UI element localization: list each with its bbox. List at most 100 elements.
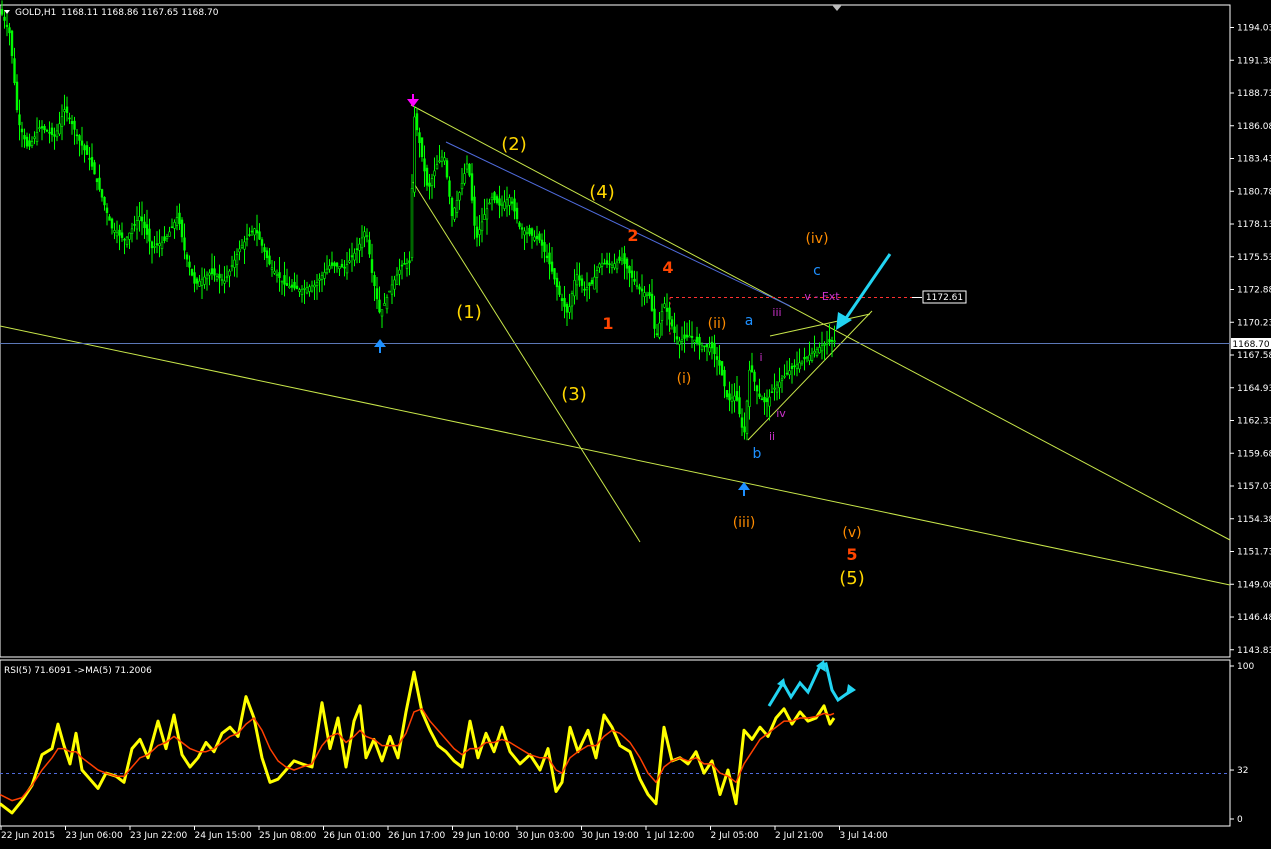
candle-body <box>53 134 56 137</box>
candle-body <box>133 224 136 226</box>
candle-body <box>575 274 579 286</box>
time-axis-label: 25 Jun 08:00 <box>259 831 316 841</box>
candle-body <box>95 178 99 183</box>
candle-body <box>593 276 596 290</box>
time-axis-label: 30 Jun 03:00 <box>517 831 574 841</box>
candle-body <box>695 336 699 343</box>
candle-body <box>118 229 121 236</box>
time-axis-label: 23 Jun 22:00 <box>130 831 187 841</box>
candle-body <box>25 136 29 147</box>
candle-body <box>750 365 754 373</box>
candle-body <box>413 116 416 193</box>
candle-body <box>578 275 581 281</box>
wave-label-intermediate-1: 1 <box>602 314 613 333</box>
candle-body <box>723 369 726 387</box>
wave-label-b: b <box>753 446 762 462</box>
candle-body <box>828 339 831 343</box>
candle-body <box>598 263 601 269</box>
current-price-box: 1168.70 <box>1231 338 1271 350</box>
candle-body <box>303 288 306 290</box>
candle-body <box>773 387 776 390</box>
candle-body <box>223 280 226 284</box>
candle-body <box>805 356 809 359</box>
candle-body <box>513 198 516 212</box>
current-price-label: 1168.70 <box>1232 340 1269 350</box>
candle-body <box>415 113 419 131</box>
candle-body <box>765 398 769 403</box>
price-axis-label: 1186.08 <box>1237 122 1271 132</box>
candle-body <box>125 236 129 245</box>
candle-body <box>258 231 261 240</box>
candle-body <box>505 199 509 207</box>
candle-body <box>388 290 391 293</box>
candle-body <box>420 137 424 158</box>
candle-body <box>560 298 564 301</box>
main-chart-header: GOLD,H1 1168.11 1168.86 1167.65 1168.70 <box>4 8 219 18</box>
candle-body <box>213 268 216 276</box>
candle-body <box>478 229 481 235</box>
candle-body <box>730 397 734 402</box>
price-axis-label: 1194.03 <box>1237 24 1271 34</box>
wave-label-minute-iv: iv <box>776 407 786 420</box>
chart-canvas[interactable]: (1) (2) (3) (4) (5) 1 2 4 5 (i) (ii) (ii… <box>0 0 1271 849</box>
candle-body <box>238 248 241 253</box>
candle-body <box>810 352 814 361</box>
time-axis-label: 1 Jul 12:00 <box>646 831 695 841</box>
candle-body <box>498 198 501 206</box>
candle-body <box>830 340 834 342</box>
candle-body <box>690 336 694 338</box>
price-axis-label: 1178.13 <box>1237 220 1271 230</box>
candle-body <box>233 259 236 268</box>
time-axis-label: 24 Jun 15:00 <box>195 831 252 841</box>
candle-body <box>500 203 504 206</box>
candle-body <box>83 145 86 151</box>
candle-body <box>825 342 829 345</box>
price-axis-label: 1149.08 <box>1237 580 1271 590</box>
candle-body <box>273 270 276 274</box>
candle-body <box>465 163 469 170</box>
candle-body <box>390 284 394 295</box>
candle-body <box>808 354 811 361</box>
candle-body <box>248 234 251 236</box>
candle-body <box>85 145 89 155</box>
wave-label-c: c <box>813 263 821 279</box>
candle-body <box>295 285 299 290</box>
wave-label-minute-iii: iii <box>772 306 781 319</box>
candle-body <box>275 274 279 276</box>
candle-body <box>148 228 151 242</box>
candle-body <box>3 16 6 21</box>
wave-label-major-4: (4) <box>589 182 615 203</box>
candle-body <box>45 129 49 132</box>
candle-body <box>143 221 146 229</box>
candle-body <box>533 236 536 241</box>
time-axis-label: 30 Jun 19:00 <box>582 831 639 841</box>
candle-body <box>475 226 479 238</box>
candle-body <box>220 279 224 281</box>
candle-body <box>623 253 626 264</box>
main-chart-ohlc: 1168.11 1168.86 1167.65 1168.70 <box>61 8 219 18</box>
candle-body <box>453 207 456 220</box>
candle-body <box>90 157 94 167</box>
candle-body <box>463 173 466 184</box>
extension-label: v - Ext <box>804 290 840 303</box>
candle-body <box>313 284 316 288</box>
candle-body <box>798 362 801 370</box>
candle-body <box>50 127 54 135</box>
candle-body <box>330 262 334 266</box>
candle-body <box>548 252 551 265</box>
candle-body <box>585 287 589 291</box>
candle-body <box>188 261 191 268</box>
candle-body <box>70 121 74 125</box>
candle-body <box>18 114 21 126</box>
candle-body <box>523 230 526 236</box>
candle-body <box>158 243 161 246</box>
candle-body <box>350 255 354 258</box>
candle-body <box>333 262 336 267</box>
candle-body <box>138 216 141 221</box>
candle-body <box>485 208 489 220</box>
candle-body <box>298 289 301 293</box>
candle-body <box>378 299 381 313</box>
candle-body <box>290 284 294 288</box>
candle-body <box>708 347 711 353</box>
price-axis-label: 1151.73 <box>1237 548 1271 558</box>
